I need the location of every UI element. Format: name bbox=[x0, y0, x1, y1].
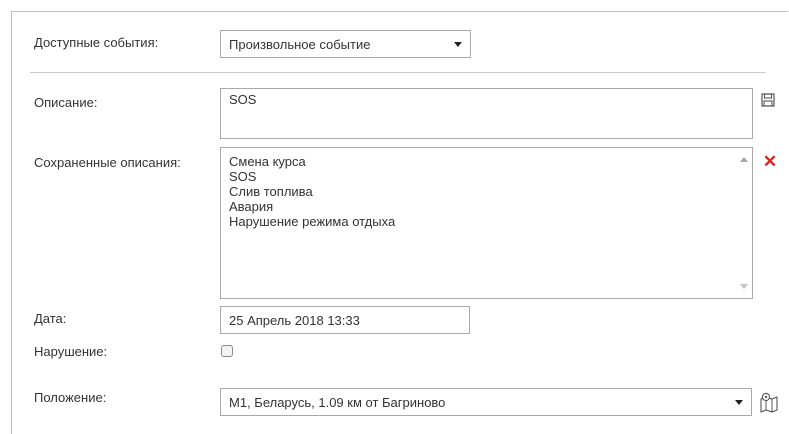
scroll-down-icon[interactable] bbox=[740, 284, 748, 289]
available-events-label: Доступные события: bbox=[34, 35, 159, 50]
description-label: Описание: bbox=[34, 95, 98, 110]
description-textarea[interactable]: SOS bbox=[220, 88, 753, 139]
list-item[interactable]: SOS bbox=[229, 169, 744, 184]
list-item[interactable]: Авария bbox=[229, 199, 744, 214]
delete-icon[interactable]: ✕ bbox=[762, 153, 778, 170]
description-value: SOS bbox=[229, 92, 257, 107]
map-pin-icon[interactable] bbox=[757, 390, 781, 414]
list-item[interactable]: Нарушение режима отдыха bbox=[229, 214, 744, 229]
saved-descriptions-list[interactable]: Смена курса SOS Слив топлива Авария Нару… bbox=[220, 147, 753, 299]
save-icon[interactable] bbox=[760, 92, 776, 108]
list-item[interactable]: Слив топлива bbox=[229, 184, 744, 199]
saved-descriptions-label: Сохраненные описания: bbox=[34, 155, 181, 170]
position-select[interactable]: M1, Беларусь, 1.09 км от Багриново bbox=[220, 388, 752, 416]
violation-checkbox[interactable] bbox=[221, 345, 233, 357]
violation-label: Нарушение: bbox=[34, 344, 108, 359]
position-label: Положение: bbox=[34, 390, 107, 405]
available-events-select[interactable]: Произвольное событие bbox=[220, 30, 471, 58]
chevron-down-icon bbox=[735, 399, 743, 405]
available-events-value: Произвольное событие bbox=[229, 36, 371, 52]
divider bbox=[30, 72, 766, 73]
scrollbar[interactable] bbox=[735, 148, 752, 298]
position-value: M1, Беларусь, 1.09 км от Багриново bbox=[229, 394, 446, 410]
list-item[interactable]: Смена курса bbox=[229, 154, 744, 169]
date-value: 25 Апрель 2018 13:33 bbox=[229, 312, 360, 328]
chevron-down-icon bbox=[454, 41, 462, 47]
scroll-up-icon[interactable] bbox=[740, 157, 748, 162]
date-input[interactable]: 25 Апрель 2018 13:33 bbox=[220, 306, 470, 334]
date-label: Дата: bbox=[34, 311, 67, 326]
